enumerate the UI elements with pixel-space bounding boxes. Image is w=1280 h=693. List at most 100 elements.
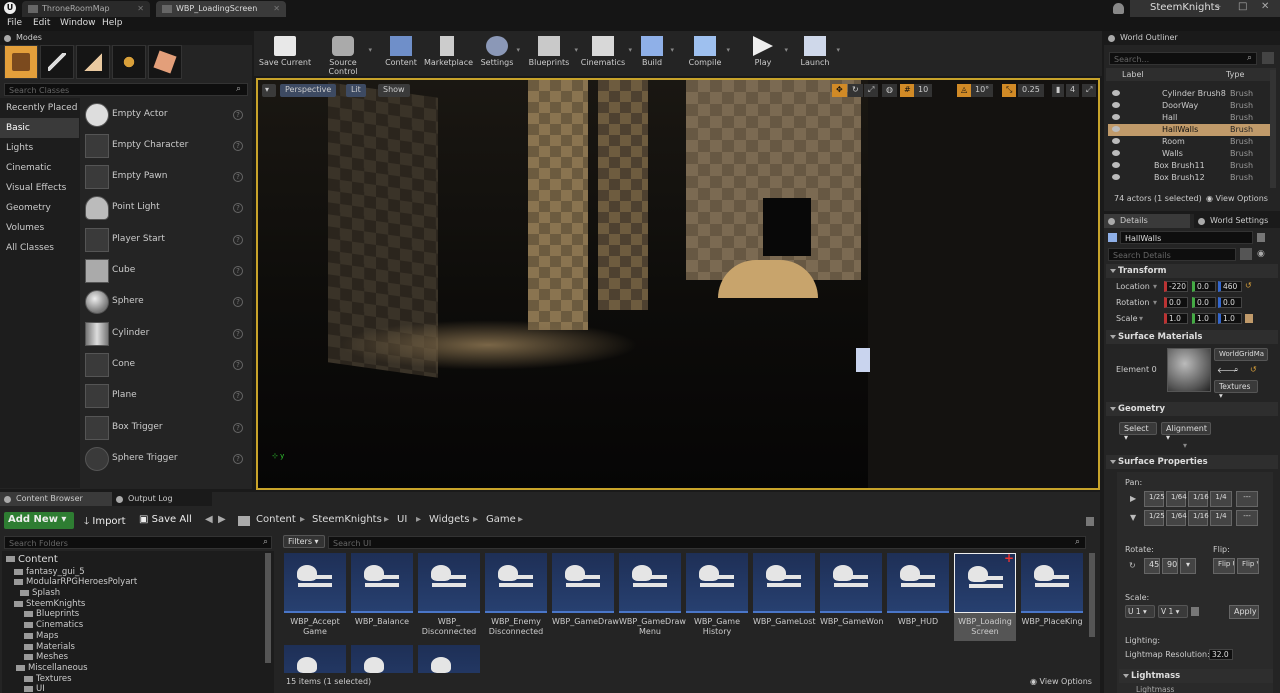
rotate-90-button[interactable]: 90	[1162, 558, 1178, 574]
flip-v-button[interactable]: Flip V	[1237, 558, 1259, 574]
property-matrix-icon[interactable]	[1240, 248, 1252, 260]
scale-v-dropdown[interactable]: V 1 ▾	[1158, 605, 1188, 618]
help-icon[interactable]: ?	[233, 360, 243, 370]
folder-item[interactable]: Materials	[24, 642, 75, 652]
reset-icon[interactable]: ↺	[1245, 281, 1252, 290]
asset-tile[interactable]: WBP_Enemy Disconnected	[485, 553, 547, 641]
help-icon[interactable]: ?	[233, 141, 243, 151]
asset-tile[interactable]: WBP_GameDraw	[552, 553, 619, 641]
chevron-right-icon[interactable]: ▸	[518, 514, 523, 525]
add-new-button[interactable]: Add New ▾	[4, 512, 74, 529]
pan-v-1-4[interactable]: 1/4	[1210, 510, 1232, 526]
minimize-icon[interactable]: –	[1216, 1, 1221, 12]
chevron-down-icon[interactable]: ▾	[1153, 298, 1157, 307]
chevron-right-icon[interactable]: ▸	[300, 514, 305, 525]
folder-item[interactable]: UI	[24, 684, 45, 692]
chevron-down-icon[interactable]: ▾	[784, 46, 788, 54]
asset-tile[interactable]: WBP_GameWon	[820, 553, 883, 641]
close-icon[interactable]: ✕	[137, 4, 144, 13]
asset-tile-partial[interactable]	[284, 645, 346, 673]
asset-tile[interactable]: WBP_GameDraw Menu	[619, 553, 686, 641]
help-icon[interactable]: ?	[233, 329, 243, 339]
breadcrumb-widgets[interactable]: Widgets	[429, 514, 469, 525]
rotation-z-field[interactable]: 0.0	[1218, 297, 1242, 308]
output-log-tab[interactable]: Output Log	[112, 492, 212, 506]
folder-item[interactable]: Content	[6, 554, 58, 565]
actor-name-input[interactable]: HallWalls	[1120, 231, 1253, 244]
reset-icon[interactable]: ↺	[1250, 365, 1257, 374]
landscape-mode-button[interactable]	[76, 45, 110, 79]
toolbar-source-control[interactable]: Source Control ▾	[314, 32, 372, 76]
eye-icon[interactable]: ◉	[1257, 249, 1265, 259]
outliner-row[interactable]: Box Brush11 Brush	[1108, 160, 1272, 172]
chevron-down-icon[interactable]: ▾	[1139, 314, 1143, 323]
rotate-45-button[interactable]: 45	[1144, 558, 1160, 574]
lock-icon[interactable]	[1086, 517, 1094, 526]
search-icon[interactable]: ⌕	[1234, 365, 1238, 375]
chevron-down-icon[interactable]: ▾	[836, 46, 840, 54]
material-thumbnail[interactable]	[1167, 348, 1211, 392]
breadcrumb-steemknights[interactable]: SteemKnights	[312, 514, 382, 525]
place-item-empty-pawn[interactable]: Empty Pawn?	[83, 163, 247, 191]
alignment-dropdown[interactable]: Alignment ▾	[1161, 422, 1211, 442]
camera-speed-value[interactable]: 4	[1066, 84, 1080, 97]
folder-item[interactable]: fantasy_gui_5	[14, 567, 85, 577]
help-icon[interactable]: ?	[233, 235, 243, 245]
expand-icon[interactable]: ▾	[1183, 441, 1187, 450]
asset-tile[interactable]: WBP_GameLost	[753, 553, 816, 641]
eye-icon[interactable]	[1112, 126, 1120, 132]
surface-properties-section[interactable]: Surface Properties	[1106, 455, 1278, 469]
breadcrumb-content[interactable]: Content	[256, 514, 296, 525]
toolbar-launch[interactable]: Launch ▾	[790, 32, 840, 72]
place-item-sphere[interactable]: Sphere?	[83, 288, 247, 316]
rotation-snap-value[interactable]: 10°	[971, 84, 994, 97]
pan-u-custom[interactable]: ---	[1236, 491, 1258, 507]
place-item-cone[interactable]: Cone?	[83, 351, 247, 379]
search-folders-input[interactable]: Search Folders	[4, 536, 272, 549]
category-cinematic[interactable]: Cinematic	[0, 158, 79, 178]
toolbar-blueprints[interactable]: Blueprints ▾	[520, 32, 578, 72]
content-browser-tab[interactable]: Content Browser	[0, 492, 112, 506]
outliner-row[interactable]: Box Brush12 Brush	[1108, 172, 1272, 184]
pan-v-1-25[interactable]: 1/25	[1144, 510, 1165, 526]
place-item-sphere-trigger[interactable]: Sphere Trigger?	[83, 445, 247, 473]
chevron-right-icon[interactable]: ▸	[416, 514, 421, 525]
geometry-section[interactable]: Geometry	[1106, 402, 1278, 416]
eye-icon[interactable]	[1112, 114, 1120, 120]
outliner-scrollbar[interactable]	[1270, 70, 1276, 188]
menu-window[interactable]: Window	[60, 18, 96, 28]
viewport-options-button[interactable]: ▾	[262, 84, 276, 97]
toolbar-cinematics[interactable]: Cinematics ▾	[574, 32, 632, 72]
menu-file[interactable]: File	[7, 18, 22, 28]
place-item-player-start[interactable]: Player Start?	[83, 226, 247, 254]
outliner-row[interactable]: Cylinder Brush8 Brush	[1108, 88, 1272, 100]
breadcrumb-game[interactable]: Game	[486, 514, 516, 525]
filters-dropdown[interactable]: Filters ▾	[283, 535, 325, 548]
place-item-box-trigger[interactable]: Box Trigger?	[83, 414, 247, 442]
close-window-icon[interactable]: ✕	[1261, 1, 1269, 12]
rotation-y-field[interactable]: 0.0	[1192, 297, 1216, 308]
eye-icon[interactable]	[1112, 162, 1120, 168]
pan-u-1-64[interactable]: 1/64	[1166, 491, 1187, 507]
back-icon[interactable]: ◀	[205, 514, 213, 525]
help-icon[interactable]: ?	[233, 110, 243, 120]
asset-tile[interactable]: WBP_PlaceKing	[1021, 553, 1083, 641]
toolbar-build[interactable]: Build ▾	[630, 32, 674, 72]
world-settings-tab[interactable]: World Settings	[1194, 214, 1280, 228]
toolbar-marketplace[interactable]: Marketplace	[424, 32, 473, 72]
pan-u-1-25[interactable]: 1/25	[1144, 491, 1165, 507]
rotate-icon[interactable]: ↻	[1129, 561, 1136, 570]
help-icon[interactable]: ?	[233, 203, 243, 213]
column-label[interactable]: Label	[1122, 70, 1144, 79]
outliner-view-options[interactable]: ◉ View Options	[1206, 194, 1268, 203]
details-tab[interactable]: Details	[1104, 214, 1190, 228]
rotation-snap-icon[interactable]: ◬	[957, 84, 972, 97]
scale-u-dropdown[interactable]: U 1 ▾	[1125, 605, 1155, 618]
chevron-down-icon[interactable]: ▾	[1153, 282, 1157, 291]
select-dropdown[interactable]: Select ▾	[1119, 422, 1157, 442]
foliage-mode-button[interactable]	[112, 45, 146, 79]
pan-v-arrow-icon[interactable]: ▼	[1130, 513, 1136, 522]
material-dropdown[interactable]: WorldGridMa	[1214, 348, 1268, 361]
asset-tile[interactable]: WBP_Accept Game	[284, 553, 346, 641]
modes-tab[interactable]: Modes	[0, 31, 252, 45]
